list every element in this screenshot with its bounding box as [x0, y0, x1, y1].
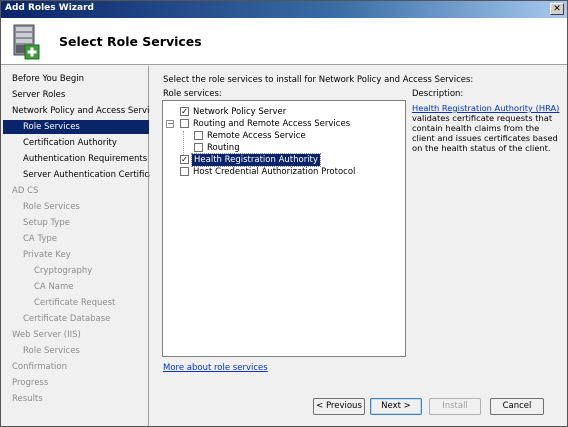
- sidebar-item-role-services[interactable]: Role Services: [3, 120, 149, 134]
- install-button[interactable]: Install: [429, 398, 481, 415]
- sidebar-item-cryptography: Cryptography: [34, 266, 93, 276]
- sidebar-item-adcs-role-services: Role Services: [23, 202, 80, 212]
- description-label: Description:: [412, 89, 464, 99]
- role-services-label: Role services:: [163, 89, 222, 99]
- sidebar-item-before-you-begin[interactable]: Before You Begin: [12, 72, 84, 86]
- checkbox-health-registration-authority[interactable]: ✓: [180, 155, 189, 164]
- tree-item-health-registration-authority[interactable]: ✓ Health Registration Authority: [163, 153, 403, 167]
- sidebar-item-private-key: Private Key: [23, 250, 71, 260]
- title-bar[interactable]: Add Roles Wizard ✕: [1, 1, 567, 18]
- sidebar-item-results: Results: [12, 394, 43, 404]
- sidebar-item-ad-cs: AD CS: [12, 186, 39, 196]
- tree-item-label: Remote Access Service: [207, 131, 306, 141]
- sidebar-item-network-policy[interactable]: Network Policy and Access Services: [12, 104, 164, 118]
- tree-item-label: Routing and Remote Access Services: [193, 119, 351, 129]
- tree-item-remote-access-service[interactable]: Remote Access Service: [163, 130, 403, 142]
- tree-item-label: Host Credential Authorization Protocol: [193, 167, 356, 177]
- checkbox-host-credential-authorization[interactable]: [180, 167, 189, 176]
- wizard-step-sidebar: Before You Begin Server Roles Network Po…: [1, 66, 164, 426]
- checkbox-routing[interactable]: [194, 143, 203, 152]
- instruction-text: Select the role services to install for …: [163, 75, 474, 85]
- checkbox-routing-remote-access[interactable]: [180, 119, 189, 128]
- tree-item-network-policy-server[interactable]: ✓ Network Policy Server: [163, 106, 403, 118]
- tree-item-label: Network Policy Server: [193, 107, 287, 117]
- sidebar-item-iis-role-services: Role Services: [23, 346, 80, 356]
- server-roles-add-icon: [13, 24, 40, 60]
- sidebar-item-ca-name: CA Name: [34, 282, 74, 292]
- description-text: Health Registration Authority (HRA) vali…: [412, 103, 564, 153]
- checkbox-remote-access-service[interactable]: [194, 131, 203, 140]
- sidebar-item-server-auth-certificate[interactable]: Server Authentication Certificate: [23, 168, 163, 182]
- hra-description-link[interactable]: Health Registration Authority (HRA): [412, 103, 559, 113]
- close-button[interactable]: ✕: [550, 3, 564, 15]
- add-roles-wizard-window: Add Roles Wizard ✕ Select Role Services …: [0, 0, 568, 427]
- next-button[interactable]: Next >: [370, 398, 422, 415]
- checkbox-network-policy-server[interactable]: ✓: [180, 107, 189, 116]
- collapse-icon[interactable]: −: [166, 120, 174, 128]
- page-title: Select Role Services: [59, 34, 202, 49]
- sidebar-item-certification-authority[interactable]: Certification Authority: [23, 136, 117, 150]
- description-body: validates certificate requests that cont…: [412, 113, 558, 153]
- sidebar-item-setup-type: Setup Type: [23, 218, 70, 228]
- role-services-tree[interactable]: ✓ Network Policy Server − Routing and Re…: [162, 100, 406, 357]
- sidebar-item-certificate-database: Certificate Database: [23, 314, 111, 324]
- sidebar-item-certificate-request: Certificate Request: [34, 298, 116, 308]
- cancel-button[interactable]: Cancel: [490, 398, 544, 415]
- tree-item-label: Routing: [207, 143, 240, 153]
- wizard-header: Select Role Services: [1, 18, 567, 65]
- tree-item-routing-remote-access[interactable]: − Routing and Remote Access Services: [163, 118, 403, 130]
- sidebar-item-web-server-iis: Web Server (IIS): [12, 330, 81, 340]
- more-about-role-services-link[interactable]: More about role services: [163, 363, 268, 373]
- sidebar-item-authentication-requirements[interactable]: Authentication Requirements: [23, 152, 147, 166]
- main-content: Select the role services to install for …: [150, 66, 567, 426]
- window-title: Add Roles Wizard: [5, 3, 94, 13]
- sidebar-item-ca-type: CA Type: [23, 234, 57, 244]
- previous-button[interactable]: < Previous: [313, 398, 365, 415]
- tree-item-label-selected: Health Registration Authority: [191, 153, 321, 167]
- sidebar-item-server-roles[interactable]: Server Roles: [12, 88, 65, 102]
- sidebar-item-progress: Progress: [12, 378, 49, 388]
- sidebar-item-confirmation: Confirmation: [12, 362, 67, 372]
- tree-item-host-credential-authorization[interactable]: Host Credential Authorization Protocol: [163, 166, 403, 178]
- tree-item-routing[interactable]: Routing: [163, 142, 403, 154]
